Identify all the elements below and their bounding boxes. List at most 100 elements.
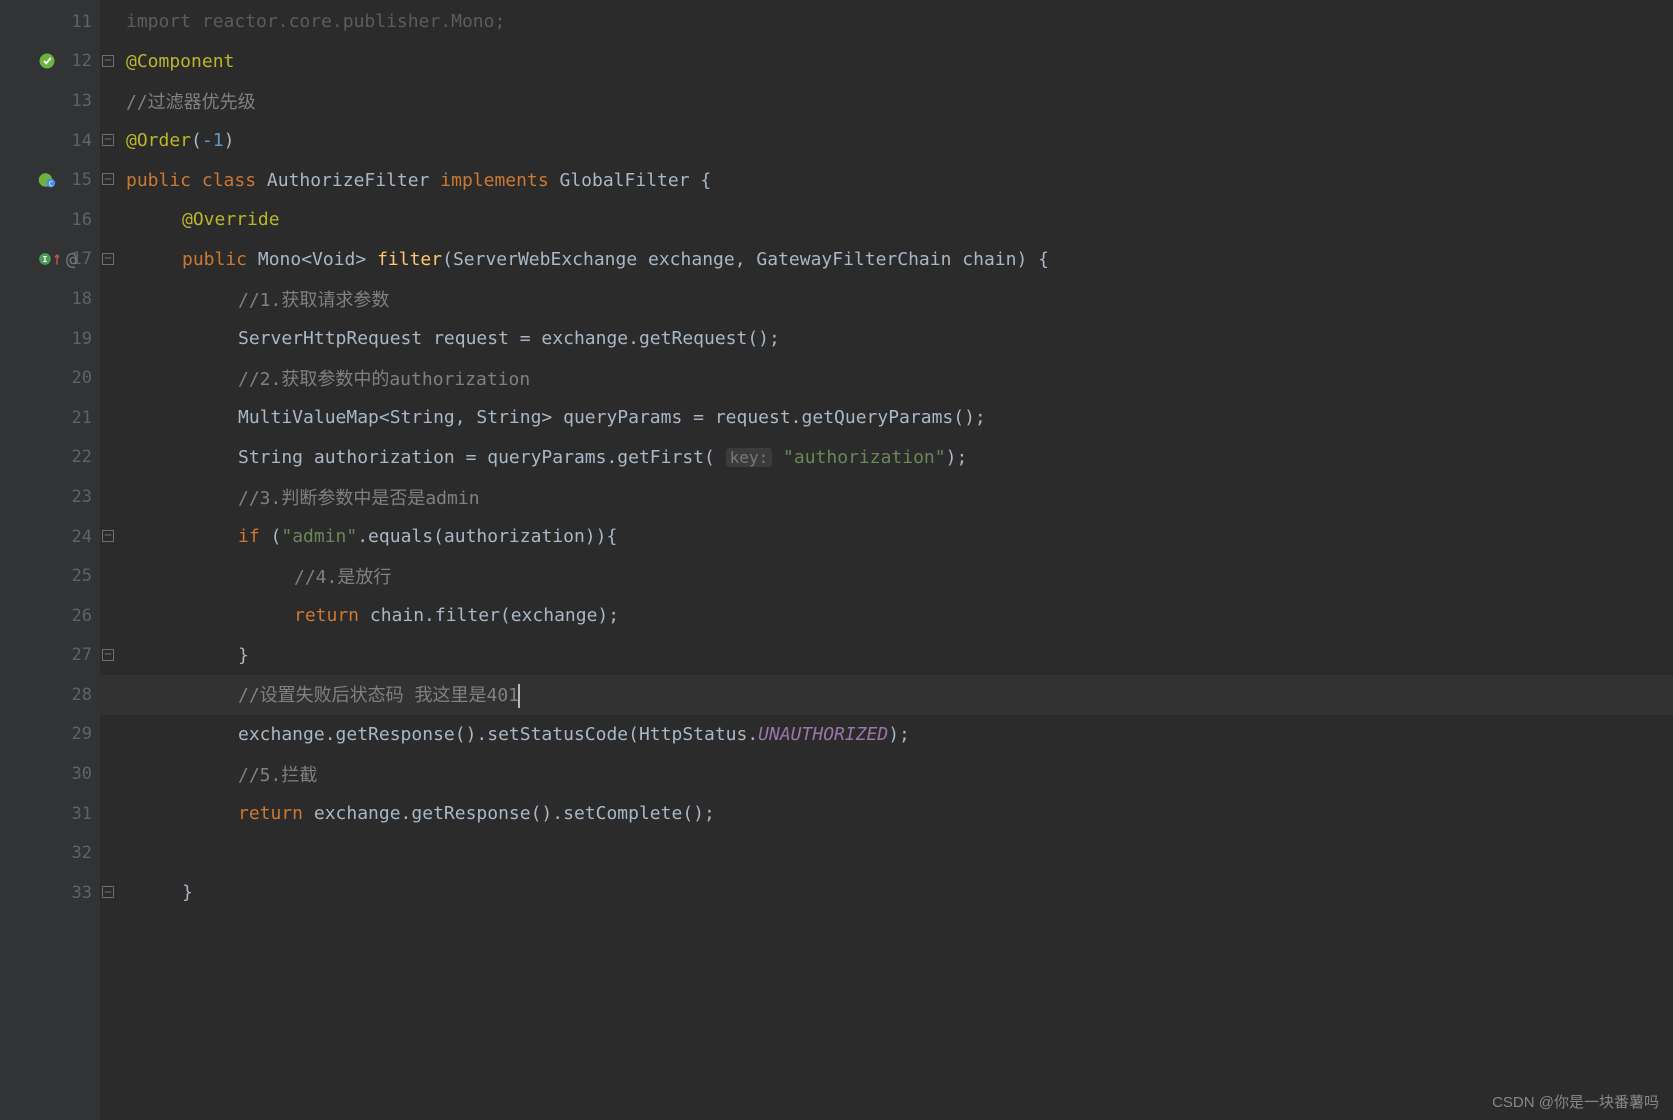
- code-line[interactable]: MultiValueMap<String, String> queryParam…: [100, 398, 1673, 438]
- gutter-row: 26: [0, 596, 100, 636]
- fold-collapse-icon[interactable]: −: [102, 530, 114, 542]
- line-number: 29: [62, 724, 92, 744]
- gutter-row: 13: [0, 81, 100, 121]
- line-number: 27: [62, 645, 92, 665]
- class-icon[interactable]: C: [38, 171, 56, 189]
- line-number: 32: [62, 843, 92, 863]
- code-line[interactable]: //4.是放行: [100, 556, 1673, 596]
- code-line[interactable]: −}: [100, 636, 1673, 676]
- line-number: 31: [62, 804, 92, 824]
- code-content: //4.是放行: [108, 563, 391, 589]
- code-content: import reactor.core.publisher.Mono;: [108, 11, 505, 32]
- code-content: @Component: [108, 51, 234, 72]
- code-line[interactable]: //设置失败后状态码 我这里是401: [100, 675, 1673, 715]
- line-number: 14: [62, 131, 92, 151]
- code-content: @Order(-1): [108, 130, 234, 151]
- fold-collapse-icon[interactable]: −: [102, 55, 114, 67]
- gutter-row: 30: [0, 754, 100, 794]
- code-line[interactable]: −@Order(-1): [100, 121, 1673, 161]
- code-line[interactable]: //5.拦截: [100, 754, 1673, 794]
- override-icon[interactable]: I@: [38, 249, 77, 270]
- gutter-row: 24: [0, 517, 100, 557]
- code-line[interactable]: −if ("admin".equals(authorization)){: [100, 517, 1673, 557]
- gutter-row: 12: [0, 42, 100, 82]
- line-number: 16: [62, 210, 92, 230]
- code-line[interactable]: String authorization = queryParams.getFi…: [100, 438, 1673, 478]
- code-content: //5.拦截: [108, 761, 317, 787]
- line-number: 22: [62, 447, 92, 467]
- code-content: //过滤器优先级: [108, 88, 256, 114]
- fold-expand-icon[interactable]: −: [102, 649, 114, 661]
- code-content: ServerHttpRequest request = exchange.get…: [108, 328, 780, 349]
- line-number: 21: [62, 408, 92, 428]
- code-content: String authorization = queryParams.getFi…: [108, 447, 967, 468]
- code-line[interactable]: //过滤器优先级: [100, 81, 1673, 121]
- gutter-row: 23: [0, 477, 100, 517]
- code-content: MultiValueMap<String, String> queryParam…: [108, 407, 986, 428]
- code-line[interactable]: return exchange.getResponse().setComplet…: [100, 794, 1673, 834]
- gutter-row: 31: [0, 794, 100, 834]
- code-line[interactable]: −public class AuthorizeFilter implements…: [100, 160, 1673, 200]
- code-content: return chain.filter(exchange);: [108, 605, 619, 626]
- gutter-row: 20: [0, 358, 100, 398]
- line-number: 19: [62, 329, 92, 349]
- code-content: //设置失败后状态码 我这里是401: [108, 681, 520, 708]
- gutter-row: 19: [0, 319, 100, 359]
- code-area[interactable]: import reactor.core.publisher.Mono;−@Com…: [100, 0, 1673, 1120]
- line-number: 25: [62, 566, 92, 586]
- gutter-row: 16: [0, 200, 100, 240]
- gutter-row: 14: [0, 121, 100, 161]
- code-line[interactable]: //1.获取请求参数: [100, 279, 1673, 319]
- gutter-row: 33: [0, 873, 100, 913]
- gutter-row: 22: [0, 438, 100, 478]
- gutter-row: 17I@: [0, 240, 100, 280]
- svg-text:C: C: [49, 180, 53, 188]
- gutter-row: 25: [0, 556, 100, 596]
- gutter-row: 11: [0, 2, 100, 42]
- code-content: @Override: [108, 209, 280, 230]
- code-content: public class AuthorizeFilter implements …: [108, 170, 711, 191]
- line-number: 18: [62, 289, 92, 309]
- line-number: 28: [62, 685, 92, 705]
- line-number: 24: [62, 527, 92, 547]
- fold-expand-icon[interactable]: −: [102, 134, 114, 146]
- fold-collapse-icon[interactable]: −: [102, 173, 114, 185]
- code-content: //1.获取请求参数: [108, 286, 389, 312]
- line-number: 33: [62, 883, 92, 903]
- gutter-row: 32: [0, 833, 100, 873]
- fold-collapse-icon[interactable]: −: [102, 253, 114, 265]
- gutter-row: 28: [0, 675, 100, 715]
- gutter-row: 21: [0, 398, 100, 438]
- code-editor: 11 12 13 14 15C 16 17I@ 18 19 20 21 22 23 24 25 26 27 28 2…: [0, 0, 1673, 1120]
- code-line[interactable]: @Override: [100, 200, 1673, 240]
- gutter-row: 29: [0, 715, 100, 755]
- code-line[interactable]: ServerHttpRequest request = exchange.get…: [100, 319, 1673, 359]
- code-content: return exchange.getResponse().setComplet…: [108, 803, 715, 824]
- fold-expand-icon[interactable]: −: [102, 886, 114, 898]
- line-number: 23: [62, 487, 92, 507]
- code-content: }: [108, 645, 249, 666]
- gutter-row: 18: [0, 279, 100, 319]
- code-content: exchange.getResponse().setStatusCode(Htt…: [108, 724, 910, 745]
- code-line[interactable]: import reactor.core.publisher.Mono;: [100, 2, 1673, 42]
- line-number: 11: [62, 12, 92, 32]
- code-line[interactable]: exchange.getResponse().setStatusCode(Htt…: [100, 715, 1673, 755]
- code-content: }: [108, 882, 193, 903]
- gutter: 11 12 13 14 15C 16 17I@ 18 19 20 21 22 23 24 25 26 27 28 2…: [0, 0, 100, 1120]
- code-line[interactable]: //2.获取参数中的authorization: [100, 358, 1673, 398]
- watermark: CSDN @你是一块番薯吗: [1492, 1091, 1659, 1112]
- code-line[interactable]: //3.判断参数中是否是admin: [100, 477, 1673, 517]
- line-number: 12: [62, 51, 92, 71]
- code-line[interactable]: [100, 833, 1673, 873]
- line-number: 26: [62, 606, 92, 626]
- code-line[interactable]: −@Component: [100, 42, 1673, 82]
- code-content: //3.判断参数中是否是admin: [108, 484, 480, 510]
- code-line[interactable]: −}: [100, 873, 1673, 913]
- gutter-row: 15C: [0, 160, 100, 200]
- code-line[interactable]: −public Mono<Void> filter(ServerWebExcha…: [100, 240, 1673, 280]
- spring-icon[interactable]: [38, 52, 56, 70]
- line-number: 20: [62, 368, 92, 388]
- code-content: //2.获取参数中的authorization: [108, 365, 530, 391]
- code-line[interactable]: return chain.filter(exchange);: [100, 596, 1673, 636]
- svg-text:I: I: [43, 254, 48, 264]
